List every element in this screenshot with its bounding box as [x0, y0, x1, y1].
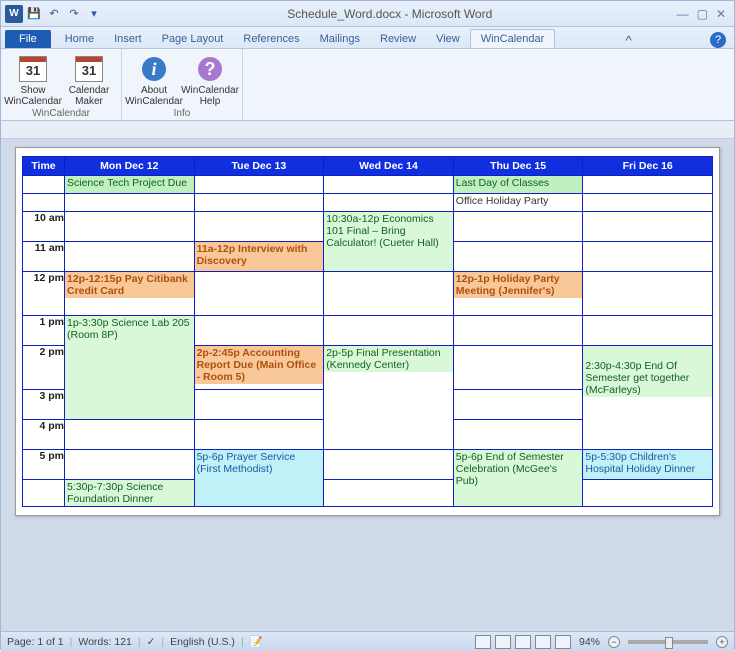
event-economics[interactable]: 10:30a-12p Economics 101 Final – Bring C… — [324, 212, 453, 271]
allday-row-1: Science Tech Project Due Last Day of Cla… — [23, 176, 713, 194]
wincalendar-help-button[interactable]: ? WinCalendar Help — [184, 51, 236, 107]
qat-dropdown-icon[interactable]: ▾ — [85, 5, 103, 23]
row-10am: 10 am 10:30a-12p Economics 101 Final – B… — [23, 212, 713, 242]
maximize-icon[interactable]: ▢ — [697, 7, 708, 21]
tab-file[interactable]: File — [5, 30, 51, 48]
calendar-maker-button[interactable]: 31 Calendar Maker — [63, 51, 115, 107]
window-title: Schedule_Word.docx - Microsoft Word — [103, 7, 677, 21]
ribbon: 31 Show WinCalendar 31 Calendar Maker Wi… — [1, 49, 734, 121]
header-row: Time Mon Dec 12 Tue Dec 13 Wed Dec 14 Th… — [23, 157, 713, 176]
tab-references[interactable]: References — [233, 30, 309, 48]
tab-page-layout[interactable]: Page Layout — [152, 30, 234, 48]
header-thu: Thu Dec 15 — [453, 157, 583, 176]
row-1pm: 1 pm 1p-3:30p Science Lab 205 (Room 8P) — [23, 316, 713, 346]
tab-mailings[interactable]: Mailings — [310, 30, 370, 48]
view-fullscreen-icon[interactable] — [495, 635, 511, 649]
tab-review[interactable]: Review — [370, 30, 426, 48]
show-wincalendar-button[interactable]: 31 Show WinCalendar — [7, 51, 59, 107]
ribbon-group-wincalendar: 31 Show WinCalendar 31 Calendar Maker Wi… — [1, 49, 122, 120]
view-print-layout-icon[interactable] — [475, 635, 491, 649]
minimize-icon[interactable]: — — [677, 7, 689, 21]
header-time: Time — [23, 157, 65, 176]
zoom-slider[interactable] — [628, 640, 708, 644]
info-icon: i — [142, 57, 166, 81]
zoom-in-button[interactable]: + — [716, 636, 728, 648]
zoom-out-button[interactable]: − — [608, 636, 620, 648]
document-page: Time Mon Dec 12 Tue Dec 13 Wed Dec 14 Th… — [15, 147, 720, 516]
ribbon-group-label: WinCalendar — [7, 107, 115, 120]
ribbon-group-info: i About WinCalendar ? WinCalendar Help I… — [122, 49, 243, 120]
tab-insert[interactable]: Insert — [104, 30, 152, 48]
event-science-lab[interactable]: 1p-3:30p Science Lab 205 (Room 8P) — [65, 316, 194, 419]
event-last-day[interactable]: Last Day of Classes — [454, 176, 583, 193]
header-wed: Wed Dec 14 — [324, 157, 454, 176]
tab-home[interactable]: Home — [55, 30, 104, 48]
insert-mode-icon[interactable]: 📝 — [250, 635, 263, 648]
event-foundation-dinner[interactable]: 5:30p-7:30p Science Foundation Dinner — [65, 480, 194, 506]
about-wincalendar-button[interactable]: i About WinCalendar — [128, 51, 180, 107]
view-draft-icon[interactable] — [555, 635, 571, 649]
undo-icon[interactable]: ↶ — [45, 5, 63, 23]
close-icon[interactable]: ✕ — [716, 7, 726, 21]
row-5pm: 5 pm 5p-6p Prayer Service (First Methodi… — [23, 450, 713, 480]
quick-access-toolbar: W 💾 ↶ ↷ ▾ — [1, 5, 103, 23]
view-outline-icon[interactable] — [535, 635, 551, 649]
event-holiday-meeting[interactable]: 12p-1p Holiday Party Meeting (Jennifer's… — [454, 272, 583, 298]
event-accounting[interactable]: 2p-2:45p Accounting Report Due (Main Off… — [195, 346, 324, 384]
word-icon[interactable]: W — [5, 5, 23, 23]
tab-wincalendar[interactable]: WinCalendar — [470, 29, 556, 48]
tab-view[interactable]: View — [426, 30, 470, 48]
event-citibank[interactable]: 12p-12:15p Pay Citibank Credit Card — [65, 272, 194, 298]
event-semester-together[interactable]: 2:30p-4:30p End Of Semester get together… — [583, 346, 712, 397]
header-mon: Mon Dec 12 — [65, 157, 195, 176]
calendar-table: Time Mon Dec 12 Tue Dec 13 Wed Dec 14 Th… — [22, 156, 713, 507]
ribbon-minimize-icon[interactable]: ^ — [626, 33, 632, 48]
event-presentation[interactable]: 2p-5p Final Presentation (Kennedy Center… — [324, 346, 453, 372]
status-language[interactable]: English (U.S.) — [170, 636, 235, 648]
status-bar: Page: 1 of 1 | Words: 121 | ✓ | English … — [1, 631, 734, 651]
calendar-icon: 31 — [19, 56, 47, 82]
question-icon: ? — [198, 57, 222, 81]
header-tue: Tue Dec 13 — [194, 157, 324, 176]
zoom-level[interactable]: 94% — [579, 636, 600, 648]
event-childrens-hospital[interactable]: 5p-5:30p Children's Hospital Holiday Din… — [583, 450, 712, 479]
view-web-icon[interactable] — [515, 635, 531, 649]
horizontal-ruler[interactable] — [1, 121, 734, 139]
event-celebration[interactable]: 5p-6p End of Semester Celebration (McGee… — [454, 450, 583, 506]
allday-row-2: Office Holiday Party — [23, 194, 713, 212]
event-science-tech[interactable]: Science Tech Project Due — [65, 176, 194, 193]
window-controls: — ▢ ✕ — [677, 7, 734, 21]
event-prayer[interactable]: 5p-6p Prayer Service (First Methodist) — [195, 450, 324, 506]
header-fri: Fri Dec 16 — [583, 157, 713, 176]
proofing-icon[interactable]: ✓ — [147, 636, 156, 648]
save-icon[interactable]: 💾 — [25, 5, 43, 23]
ribbon-group-label: Info — [128, 107, 236, 120]
redo-icon[interactable]: ↷ — [65, 5, 83, 23]
event-interview[interactable]: 11a-12p Interview with Discovery — [195, 242, 324, 271]
row-12pm: 12 pm 12p-12:15p Pay Citibank Credit Car… — [23, 272, 713, 316]
help-icon[interactable]: ? — [710, 32, 726, 48]
ribbon-tabs: File Home Insert Page Layout References … — [1, 27, 734, 49]
title-bar: W 💾 ↶ ↷ ▾ Schedule_Word.docx - Microsoft… — [1, 1, 734, 27]
event-office-party[interactable]: Office Holiday Party — [454, 194, 583, 211]
status-page[interactable]: Page: 1 of 1 — [7, 636, 64, 648]
document-area[interactable]: Time Mon Dec 12 Tue Dec 13 Wed Dec 14 Th… — [1, 139, 734, 631]
row-530pm: 5:30p-7:30p Science Foundation Dinner — [23, 480, 713, 507]
status-words[interactable]: Words: 121 — [78, 636, 132, 648]
calendar-icon: 31 — [75, 56, 103, 82]
